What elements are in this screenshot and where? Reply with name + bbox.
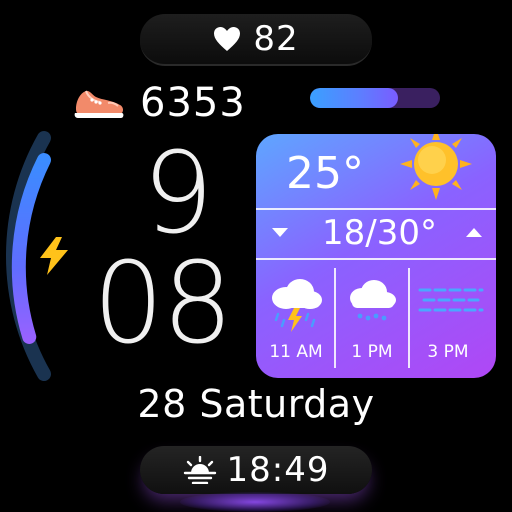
sunset-time: 18:49 — [226, 450, 330, 490]
forecast-time-1: 11 AM — [269, 342, 323, 362]
progress-bar-fill — [310, 88, 399, 108]
arrow-down-icon — [272, 228, 288, 237]
sunset-icon — [183, 456, 216, 484]
weather-card[interactable]: 25° 18/30° 11 AM 1 PM 3 PM — [256, 134, 496, 378]
weather-divider — [256, 258, 496, 260]
watch-face: 82 6353 9 08 25° 18/30° 11 AM 1 PM 3 PM … — [0, 0, 512, 512]
rain-cloud-icon — [350, 280, 396, 321]
sunset-complication[interactable]: 18:49 — [140, 446, 372, 494]
progress-bar — [310, 88, 440, 108]
date-label: 28 Saturday — [137, 382, 375, 426]
bottom-glow — [180, 492, 330, 512]
temperature-range: 18/30° — [322, 213, 437, 253]
current-temperature: 25° — [286, 148, 364, 199]
hour-display: 9 — [142, 129, 214, 259]
minute-display: 08 — [92, 239, 234, 369]
arrow-up-icon — [466, 228, 482, 237]
temperature-range-row: 18/30° — [256, 210, 496, 256]
thunderstorm-icon — [272, 279, 322, 332]
forecast-time-2: 1 PM — [351, 342, 393, 362]
lightning-bolt-icon — [36, 236, 72, 280]
sun-icon — [400, 134, 472, 200]
forecast-time-3: 3 PM — [427, 342, 469, 362]
fog-icon — [418, 288, 484, 312]
